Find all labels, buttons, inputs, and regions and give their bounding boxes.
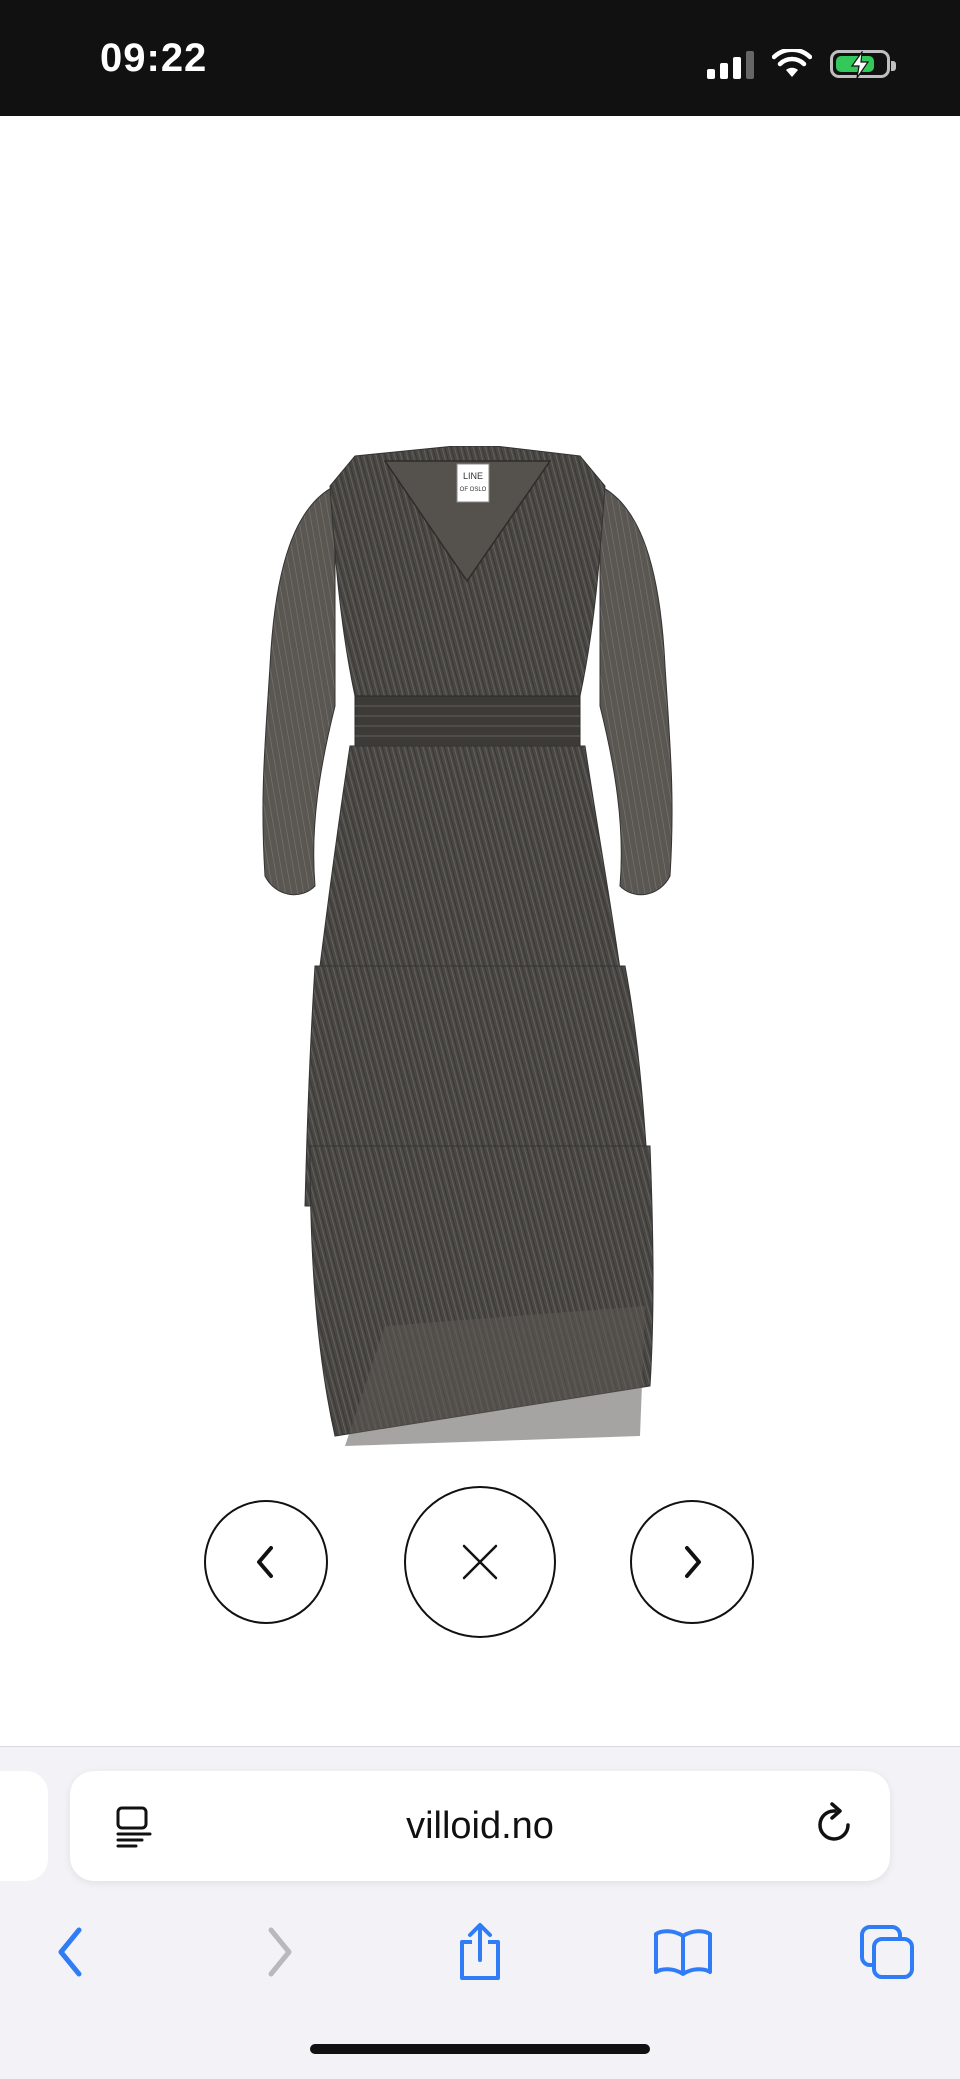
- status-icons: [707, 44, 896, 84]
- url-text[interactable]: villoid.no: [70, 1805, 890, 1848]
- back-button[interactable]: [36, 1917, 106, 1987]
- wifi-icon: [772, 49, 812, 77]
- status-time: 09:22: [100, 36, 208, 80]
- home-indicator: [310, 2044, 650, 2054]
- svg-text:LINE: LINE: [463, 471, 483, 481]
- next-image-button[interactable]: [630, 1500, 754, 1624]
- chevron-right-icon: [685, 1546, 701, 1578]
- chevron-left-icon: [257, 1546, 273, 1578]
- share-icon: [460, 1923, 500, 1980]
- bookmarks-icon: [654, 1929, 712, 1976]
- browser-chrome: villoid.no: [0, 1746, 960, 2079]
- status-bar: 09:22: [0, 0, 960, 116]
- forward-button[interactable]: [244, 1917, 314, 1987]
- previous-tab-preview[interactable]: [0, 1771, 48, 1881]
- signal-icon: [707, 49, 754, 79]
- svg-text:OF OSLO: OF OSLO: [460, 487, 487, 493]
- battery-charging-icon: [830, 50, 896, 79]
- bookmarks-button[interactable]: [648, 1917, 718, 1987]
- tabs-icon: [860, 1925, 914, 1979]
- close-gallery-button[interactable]: [404, 1486, 556, 1638]
- browser-toolbar: [0, 1917, 960, 1987]
- dress-image: LINE OF OSLO: [262, 446, 673, 1446]
- close-icon: [462, 1544, 498, 1580]
- address-bar[interactable]: villoid.no: [70, 1771, 890, 1881]
- forward-icon: [268, 1927, 292, 1977]
- product-image-area: LINE OF OSLO: [0, 116, 960, 1446]
- tabs-button[interactable]: [852, 1917, 922, 1987]
- back-icon: [58, 1927, 82, 1977]
- share-button[interactable]: [445, 1917, 515, 1987]
- previous-image-button[interactable]: [204, 1500, 328, 1624]
- reload-icon[interactable]: [812, 1801, 858, 1849]
